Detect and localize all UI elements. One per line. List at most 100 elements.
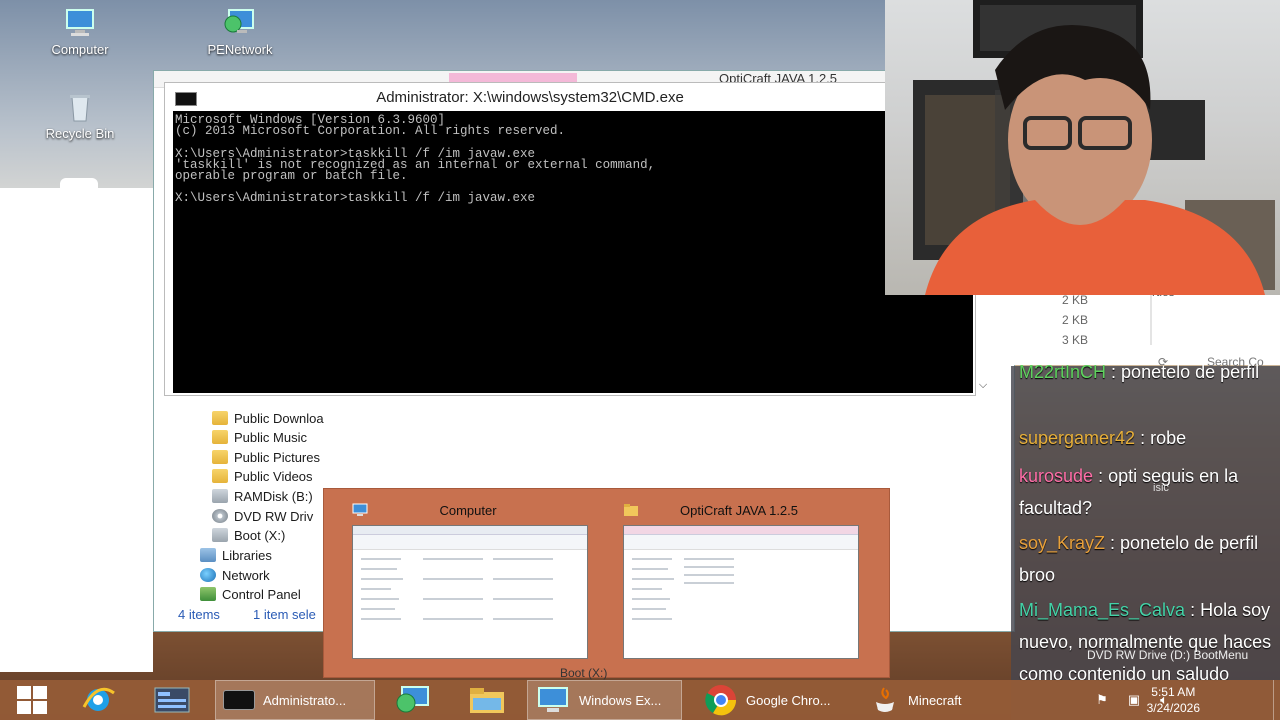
taskbar-button-chrome[interactable]: Google Chro... bbox=[700, 680, 850, 720]
column-divider bbox=[1150, 295, 1152, 345]
taskbar-button-label: Minecraft bbox=[908, 692, 962, 708]
chat-separator: : bbox=[1106, 362, 1122, 382]
chat-text: ponetelo de perfil bbox=[1121, 362, 1260, 382]
file-size: 2 KB bbox=[1062, 293, 1089, 307]
desktop-icon-penetwork[interactable]: PENetwork bbox=[200, 8, 280, 57]
preview-title: OptiCraft JAVA 1.2.5 bbox=[679, 503, 798, 518]
nav-item-label: Boot (X:) bbox=[234, 527, 286, 543]
chat-message: Mi_Mama_Es_Calva : Hola soy nuevo, norma… bbox=[1019, 594, 1280, 690]
left-white-panel bbox=[0, 188, 153, 672]
chat-username: Mi_Mama_Es_Calva bbox=[1019, 600, 1186, 620]
cmd-icon bbox=[223, 690, 255, 710]
chat-separator: : bbox=[1093, 466, 1109, 486]
nav-item-public-pictures[interactable]: Public Pictures bbox=[212, 447, 320, 467]
nav-item-public-downloads[interactable]: Public Downloa bbox=[212, 408, 324, 428]
desktop-icon-label: PENetwork bbox=[207, 42, 273, 57]
network-globe-icon bbox=[396, 686, 429, 713]
nav-item-label: Control Panel bbox=[222, 586, 301, 602]
server-manager-button[interactable] bbox=[152, 680, 192, 720]
taskbar-button-label: Administrato... bbox=[263, 692, 347, 708]
chat-message: soy_KrayZ : ponetelo de perfil broo bbox=[1019, 527, 1280, 591]
library-icon bbox=[200, 548, 216, 562]
start-button[interactable] bbox=[10, 680, 54, 720]
preview-title: Computer bbox=[439, 503, 497, 518]
chrome-icon bbox=[705, 685, 737, 716]
nav-item-boot-drive[interactable]: Boot (X:) bbox=[212, 525, 285, 545]
desktop-icon-computer[interactable]: Computer bbox=[40, 8, 120, 57]
cmd-window[interactable]: Administrator: X:\windows\system32\CMD.e… bbox=[164, 82, 976, 396]
system-clock[interactable]: 5:51 AM 3/24/2026 bbox=[1147, 684, 1200, 716]
taskbar-button-label: Windows Ex... bbox=[579, 692, 662, 708]
nav-item-label: DVD RW Driv bbox=[234, 508, 314, 524]
nav-item-ramdisk[interactable]: RAMDisk (B:) bbox=[212, 486, 313, 506]
taskbar-button-windows-explorer[interactable]: Windows Ex... bbox=[527, 680, 682, 720]
chat-panel: M22rtInCH : ponetelo de perfil supergame… bbox=[1011, 362, 1280, 720]
chat-username: soy_KrayZ bbox=[1019, 533, 1106, 553]
folder-icon bbox=[470, 688, 504, 713]
preview-computer[interactable]: Computer bbox=[348, 501, 588, 661]
nav-item-label: Public Downloa bbox=[234, 410, 324, 426]
desktop-icon-label: Computer bbox=[51, 42, 109, 57]
show-desktop-button[interactable] bbox=[1273, 680, 1280, 720]
nav-item-label: Public Music bbox=[234, 429, 307, 445]
taskbar-button-label: Google Chro... bbox=[746, 692, 831, 708]
desktop-icon-recycle-bin[interactable]: Recycle Bin bbox=[40, 92, 120, 141]
file-explorer-button[interactable] bbox=[466, 680, 508, 720]
folder-icon bbox=[212, 411, 228, 425]
folder-icon bbox=[212, 469, 228, 483]
desktop-icon-label: Recycle Bin bbox=[45, 126, 115, 141]
control-panel-icon bbox=[200, 587, 216, 601]
taskbar-thumbnail-preview[interactable]: Computer OptiCraft JAVA 1.2.5 bbox=[323, 488, 890, 678]
cmd-console[interactable]: Microsoft Windows [Version 6.3.9600] (c) … bbox=[173, 111, 973, 393]
chat-text: robe bbox=[1150, 428, 1187, 448]
nav-item-public-music[interactable]: Public Music bbox=[212, 427, 307, 447]
avatar bbox=[60, 178, 98, 190]
chat-message: supergamer42 : robe bbox=[1019, 422, 1280, 454]
chat-message: M22rtInCH : ponetelo de perfil bbox=[1019, 356, 1280, 388]
nav-item-network[interactable]: Network bbox=[200, 565, 270, 585]
nav-item-libraries[interactable]: Libraries bbox=[200, 545, 272, 565]
file-size: 2 KB bbox=[1062, 313, 1089, 327]
tray-network-icon[interactable]: ▣ bbox=[1126, 692, 1142, 708]
nav-item-control-panel[interactable]: Control Panel bbox=[200, 584, 301, 604]
ghost-text: Boot (X:) bbox=[560, 666, 608, 680]
folder-icon bbox=[212, 430, 228, 444]
nav-item-label: Public Videos bbox=[234, 468, 313, 484]
chat-username: kurosude bbox=[1019, 466, 1094, 486]
chevron-down-icon[interactable]: ⌵ bbox=[974, 376, 992, 394]
computer-icon bbox=[63, 8, 97, 38]
status-selected: 1 item sele bbox=[253, 607, 316, 622]
preview-thumbnail bbox=[623, 525, 859, 659]
ghost-text: isic bbox=[1153, 482, 1169, 494]
chat-separator: : bbox=[1105, 533, 1121, 553]
ghost-text: DVD RW Drive (D:) BootMenu bbox=[1087, 648, 1249, 662]
nav-item-label: Network bbox=[222, 567, 270, 583]
nav-item-label: RAMDisk (B:) bbox=[234, 488, 313, 504]
taskbar-button-cmd[interactable]: Administrato... bbox=[215, 680, 375, 720]
tray-flag-icon[interactable]: ⚑ bbox=[1094, 692, 1110, 708]
drive-icon bbox=[212, 489, 228, 503]
chat-message: kurosude : opti seguis en la facultad? bbox=[1019, 460, 1280, 524]
console-line: (c) 2013 Microsoft Corporation. All righ… bbox=[175, 124, 566, 139]
cmd-title: Administrator: X:\windows\system32\CMD.e… bbox=[376, 89, 684, 106]
preview-opticraft[interactable]: OptiCraft JAVA 1.2.5 bbox=[619, 501, 859, 661]
clock-time: 5:51 AM bbox=[1151, 685, 1196, 699]
internet-explorer-icon bbox=[82, 687, 115, 711]
penetwork-taskbar-button[interactable] bbox=[392, 680, 432, 720]
taskbar-button-minecraft[interactable]: Minecraft bbox=[866, 680, 996, 720]
taskbar: Administrato... Windows Ex... Google Chr… bbox=[0, 680, 1280, 720]
server-manager-icon bbox=[154, 687, 190, 713]
chat-separator: : bbox=[1185, 600, 1201, 620]
network-icon bbox=[200, 568, 216, 582]
internet-explorer-button[interactable] bbox=[78, 680, 118, 720]
console-line: operable program or batch file. bbox=[175, 169, 408, 183]
nav-item-dvd-drive[interactable]: DVD RW Driv bbox=[212, 506, 313, 526]
network-globe-icon bbox=[223, 8, 257, 38]
nav-item-label: Libraries bbox=[222, 547, 272, 563]
cmd-titlebar[interactable]: Administrator: X:\windows\system32\CMD.e… bbox=[165, 83, 975, 111]
windows-logo-icon bbox=[17, 686, 47, 714]
nav-item-public-videos[interactable]: Public Videos bbox=[212, 466, 313, 486]
computer-icon bbox=[538, 687, 568, 712]
clock-date: 3/24/2026 bbox=[1146, 701, 1200, 715]
webcam-image bbox=[913, 0, 1275, 295]
